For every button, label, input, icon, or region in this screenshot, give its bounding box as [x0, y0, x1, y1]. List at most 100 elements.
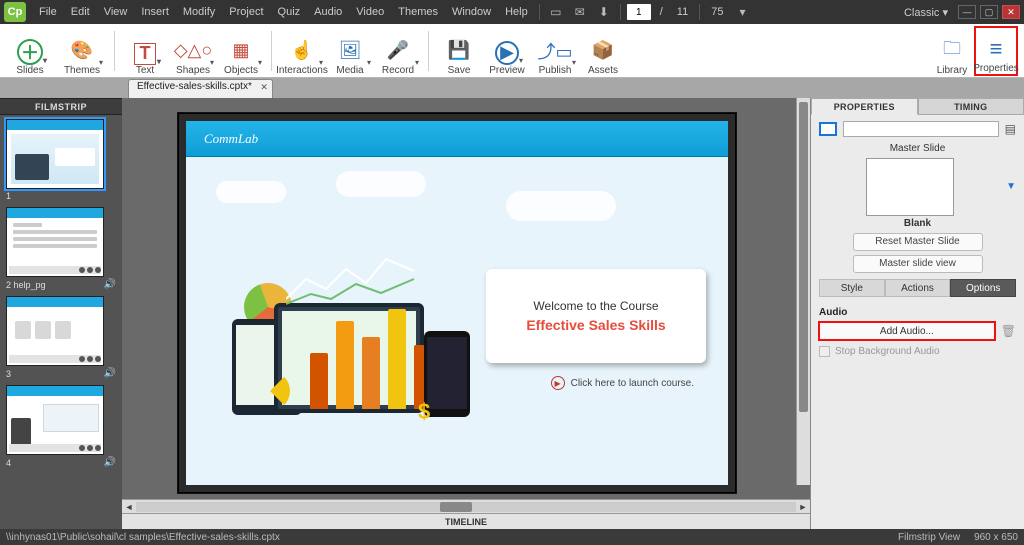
ribbon-publish[interactable]: ⤴▭ Publish	[531, 26, 579, 76]
menu-modify[interactable]: Modify	[176, 6, 222, 18]
stop-bg-audio-row: Stop Background Audio	[819, 346, 1016, 357]
menu-window[interactable]: Window	[445, 6, 498, 18]
window-close[interactable]: ✕	[1002, 5, 1020, 19]
menu-themes[interactable]: Themes	[391, 6, 445, 18]
window-maximize[interactable]: ▢	[980, 5, 998, 19]
reset-master-button[interactable]: Reset Master Slide	[853, 233, 983, 251]
slide-name-input[interactable]	[843, 121, 999, 137]
subtab-style[interactable]: Style	[819, 279, 885, 297]
stage-welcome-card: Welcome to the Course Effective Sales Sk…	[486, 269, 706, 363]
shapes-icon: ◇△○	[178, 37, 208, 65]
canvas[interactable]: CommLab	[122, 98, 810, 499]
stop-bg-audio-label: Stop Background Audio	[835, 346, 940, 357]
list-icon: ≡	[981, 35, 1011, 63]
assets-icon: 📦	[588, 37, 618, 65]
master-slide-thumb[interactable]	[866, 158, 954, 216]
chevron-down-icon[interactable]: ▾	[734, 5, 750, 19]
plus-slide-icon: ＋	[17, 39, 43, 65]
slide-thumb-2[interactable]: 2 help_pg🔊	[6, 207, 116, 290]
ribbon-media[interactable]: 🖼 Media	[326, 26, 374, 76]
folder-icon: 🗀	[937, 37, 967, 65]
pointer-icon: ☝	[287, 37, 317, 65]
slide-thumb-3[interactable]: 3🔊	[6, 296, 116, 379]
menu-view[interactable]: View	[97, 6, 135, 18]
page-total: 11	[670, 6, 695, 18]
ribbon-properties[interactable]: ≡ Properties	[974, 26, 1018, 76]
menu-insert[interactable]: Insert	[134, 6, 176, 18]
ribbon-library[interactable]: 🗀 Library	[930, 26, 974, 76]
chevron-down-icon[interactable]: ▼	[1006, 181, 1016, 192]
course-title: Effective Sales Skills	[526, 317, 665, 333]
trash-icon[interactable]: 🗑	[1001, 324, 1016, 338]
audio-icon: 🔊	[104, 457, 116, 468]
menu-edit[interactable]: Edit	[64, 6, 97, 18]
ribbon-interactions[interactable]: ☝ Interactions	[278, 26, 326, 76]
ribbon-preview[interactable]: ▶ Preview	[483, 26, 531, 76]
stop-bg-audio-checkbox[interactable]	[819, 346, 830, 357]
menu-video[interactable]: Video	[349, 6, 391, 18]
tab-timing[interactable]: TIMING	[918, 98, 1024, 115]
page-sep: /	[653, 6, 670, 18]
welcome-text: Welcome to the Course	[533, 299, 658, 313]
app-logo: Cp	[4, 2, 26, 22]
publish-icon: ⤴▭	[540, 37, 570, 65]
scroll-left-icon[interactable]: ◄	[122, 502, 136, 512]
ribbon-shapes[interactable]: ◇△○ Shapes	[169, 26, 217, 76]
menu-file[interactable]: File	[32, 6, 64, 18]
ribbon-objects[interactable]: ▦ Objects	[217, 26, 265, 76]
ribbon-themes[interactable]: 🎨 Themes	[56, 26, 108, 76]
subtab-options[interactable]: Options	[950, 279, 1016, 297]
status-path: \\inhynas01\Public\sohail\cl samples\Eff…	[6, 532, 280, 543]
document-tabstrip: Effective-sales-skills.cptx* ✕	[0, 78, 1024, 98]
menu-quiz[interactable]: Quiz	[271, 6, 308, 18]
add-audio-button[interactable]: Add Audio...	[819, 322, 995, 340]
launch-text: Click here to launch course.	[571, 378, 694, 389]
launch-row[interactable]: ▶ Click here to launch course.	[551, 376, 694, 390]
ribbon-slides[interactable]: ＋ Slides	[4, 26, 56, 76]
page-current[interactable]: 1	[627, 4, 651, 20]
download-icon[interactable]: ⬇	[596, 5, 612, 19]
master-slide-view-button[interactable]: Master slide view	[853, 255, 983, 273]
objects-icon: ▦	[226, 37, 256, 65]
status-dimensions: 960 x 650	[974, 532, 1018, 543]
zoom-value[interactable]: 75	[704, 6, 730, 18]
filmstrip-panel: FILMSTRIP 1 2 help_pg🔊	[0, 98, 122, 529]
audio-icon: 🔊	[104, 368, 116, 379]
ribbon-assets[interactable]: 📦 Assets	[579, 26, 627, 76]
window-minimize[interactable]: —	[958, 5, 976, 19]
ribbon-text[interactable]: T Text	[121, 26, 169, 76]
mail-icon[interactable]: ✉	[572, 5, 588, 19]
timeline-header[interactable]: TIMELINE	[122, 513, 810, 529]
mic-icon: 🎤	[383, 37, 413, 65]
text-icon: T	[134, 43, 156, 65]
menu-audio[interactable]: Audio	[307, 6, 349, 18]
stage-title-bar: CommLab	[186, 121, 728, 157]
scroll-right-icon[interactable]: ►	[796, 502, 810, 512]
slide-stage[interactable]: CommLab	[186, 121, 728, 485]
menu-project[interactable]: Project	[222, 6, 270, 18]
layout-icon[interactable]: ▭	[548, 5, 564, 19]
stage-illustration: $	[214, 231, 484, 431]
slide-thumb-1[interactable]: 1	[6, 119, 116, 201]
ribbon-save[interactable]: 💾 Save	[435, 26, 483, 76]
menu-help[interactable]: Help	[498, 6, 535, 18]
slide-thumb-4[interactable]: 4🔊	[6, 385, 116, 468]
tab-properties[interactable]: PROPERTIES	[811, 98, 918, 115]
play-icon[interactable]: ▶	[551, 376, 565, 390]
document-tab-title: Effective-sales-skills.cptx*	[137, 81, 252, 92]
horizontal-scrollbar[interactable]: ◄ ►	[122, 499, 810, 513]
ribbon-record[interactable]: 🎤 Record	[374, 26, 422, 76]
workspace-dropdown[interactable]: Classic ▾	[898, 6, 954, 19]
close-icon[interactable]: ✕	[260, 82, 268, 93]
status-view: Filmstrip View	[898, 532, 960, 543]
audio-icon: 🔊	[104, 279, 116, 290]
panel-menu-icon[interactable]: ▤	[1005, 122, 1016, 136]
subtab-actions[interactable]: Actions	[885, 279, 951, 297]
vertical-scrollbar[interactable]	[796, 98, 810, 485]
audio-section-header: Audio	[819, 307, 1016, 318]
document-tab[interactable]: Effective-sales-skills.cptx* ✕	[128, 79, 273, 98]
slide-object-icon	[819, 122, 837, 136]
status-bar: \\inhynas01\Public\sohail\cl samples\Eff…	[0, 529, 1024, 545]
master-slide-label: Master Slide	[819, 143, 1016, 154]
media-icon: 🖼	[335, 37, 365, 65]
